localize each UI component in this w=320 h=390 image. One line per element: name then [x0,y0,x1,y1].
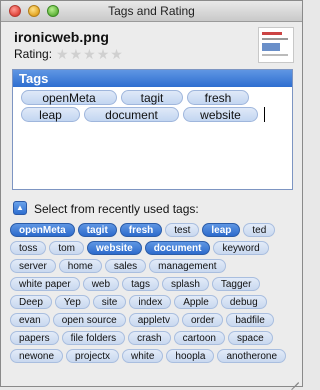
star-icon[interactable]: ★ [56,47,69,61]
recent-tag-chip[interactable]: hoopla [166,349,215,363]
recent-tag-chip[interactable]: web [82,277,120,291]
recent-tag-chip[interactable]: anotherone [217,349,287,363]
recent-tag-chip[interactable]: file folders [61,331,126,345]
recent-tags-row: evan open source appletv order badfile [10,313,295,329]
resize-grip[interactable] [289,373,299,390]
recent-tag-chip[interactable]: openMeta [10,223,75,237]
recent-tag-chip[interactable]: site [92,295,127,309]
recent-tag-chip[interactable]: white [122,349,164,363]
recent-tag-chip[interactable]: white paper [10,277,80,291]
recent-tag-chip[interactable]: keyword [213,241,269,255]
recent-tag-chip[interactable]: space [227,331,273,345]
recent-tag-chip[interactable]: test [165,223,200,237]
recent-tag-chip[interactable]: projectx [66,349,120,363]
recent-tag-chip[interactable]: fresh [119,223,163,237]
tag-token-row: leap document website [21,107,287,123]
recent-tag-chip[interactable]: splash [161,277,209,291]
recent-tag-chip[interactable]: tom [49,241,85,255]
tags-panel: Tags openMeta tagit fresh leap document websi… [12,69,293,190]
star-icon[interactable]: ★ [83,47,96,61]
recent-tag-chip[interactable]: leap [202,223,241,237]
recent-tag-chip[interactable]: newone [10,349,64,363]
recent-tag-chip[interactable]: Deep [10,295,52,309]
recent-tag-chip[interactable]: tags [122,277,159,291]
recent-tags-row: server home sales management [10,259,295,275]
recent-tag-chip[interactable]: evan [10,313,50,327]
recent-tag-chip[interactable]: Yep [54,295,90,309]
window-title: Tags and Rating [108,4,195,18]
recent-tag-chip[interactable]: toss [10,241,47,255]
rating-row: Rating: ★ ★ ★ ★ ★ [14,47,124,61]
recent-tag-chip[interactable]: home [58,259,102,273]
file-name: ironicweb.png [14,29,109,45]
text-caret [264,107,265,122]
tag-token[interactable]: website [183,107,258,122]
recent-tag-chip[interactable]: open source [52,313,126,327]
recent-tags-label: Select from recently used tags: [34,202,199,216]
rating-label: Rating: [14,47,53,61]
tags-and-rating-window: Tags and Rating ironicweb.png Rating: ★ … [0,0,303,390]
recent-tag-chip[interactable]: order [181,313,224,327]
star-icon[interactable]: ★ [70,47,83,61]
recent-tag-chip[interactable]: Apple [174,295,218,309]
rating-stars[interactable]: ★ ★ ★ ★ ★ [56,47,124,61]
tag-token-row: openMeta tagit fresh [21,90,287,106]
recent-tags-row: openMeta tagit fresh test leap ted [10,223,295,239]
recent-tag-chip[interactable]: index [129,295,172,309]
star-icon[interactable]: ★ [110,47,123,61]
recent-tag-chip[interactable]: website [87,241,142,255]
recent-tag-chip[interactable]: document [144,241,211,255]
recent-tag-chip[interactable]: crash [128,331,171,345]
recent-tag-chip[interactable]: cartoon [173,331,225,345]
star-icon[interactable]: ★ [97,47,110,61]
recent-tags-row: toss tom website document keyword [10,241,295,257]
recent-tags-row: newone projectx white hoopla anotherone [10,349,295,365]
recent-tag-chip[interactable]: management [149,259,226,273]
recent-tag-chip[interactable]: server [10,259,56,273]
recent-tags-row: Deep Yep site index Apple debug [10,295,295,311]
tag-token[interactable]: openMeta [21,90,117,105]
recent-tag-chip[interactable]: debug [220,295,267,309]
tag-token[interactable]: leap [21,107,80,122]
tags-header: Tags [13,70,292,87]
recent-tag-chip[interactable]: sales [104,259,147,273]
recent-tags-row: white paper web tags splash Tagger [10,277,295,293]
tag-token[interactable]: document [84,107,179,122]
recent-tags-toggle-button[interactable]: ▲ [13,201,27,215]
recent-tags-row: papers file folders crash cartoon space [10,331,295,347]
recent-tag-chip[interactable]: badfile [226,313,274,327]
recent-tag-chip[interactable]: ted [243,223,276,237]
tag-token[interactable]: tagit [121,90,183,105]
file-thumbnail [258,27,294,63]
tag-token-field[interactable]: openMeta tagit fresh leap document website [21,90,287,124]
tag-token[interactable]: fresh [187,90,249,105]
recent-tag-chip[interactable]: Tagger [211,277,261,291]
recent-tags-list: openMeta tagit fresh test leap ted toss tom webs… [10,223,295,367]
recent-tag-chip[interactable]: appletv [128,313,179,327]
title-bar[interactable]: Tags and Rating [1,1,302,22]
recent-tag-chip[interactable]: tagit [77,223,117,237]
recent-tag-chip[interactable]: papers [10,331,59,345]
